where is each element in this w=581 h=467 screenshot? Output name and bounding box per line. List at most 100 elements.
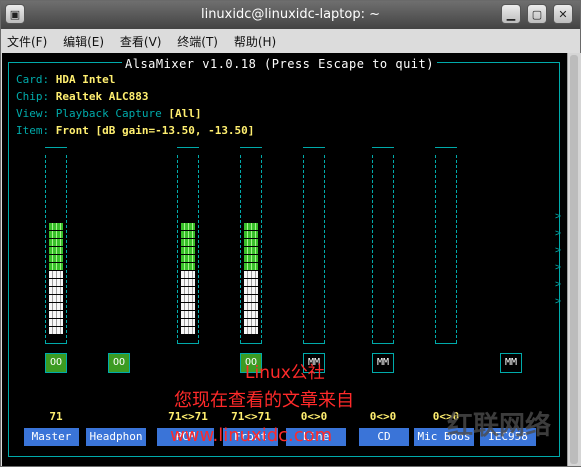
channel-label-headphon[interactable]: Headphon <box>86 428 146 446</box>
volume-bar-segment <box>49 271 63 278</box>
volume-bar-segment <box>181 231 195 238</box>
item-line: Item: Front [dB gain=-13.50, -13.50] <box>16 124 254 137</box>
volume-bar-segment <box>49 287 63 294</box>
scroll-right-icon: > <box>555 211 562 222</box>
volume-bar-segment <box>244 303 258 310</box>
volume-bar-segment <box>181 311 195 318</box>
card-line: Card: HDA Intel <box>16 73 115 86</box>
menu-help[interactable]: 帮助(H) <box>228 29 282 50</box>
view-capture[interactable]: Capture <box>115 107 161 120</box>
chip-value: Realtek ALC883 <box>55 90 149 103</box>
volume-bar-segment <box>244 223 258 230</box>
volume-bar-segment <box>181 263 195 270</box>
scroll-right-icon: > <box>555 279 562 290</box>
volume-value: 0<>0 <box>369 410 397 423</box>
window-title: linuxidc@linuxidc-laptop: ~ <box>200 7 381 22</box>
volume-value: 71 <box>49 410 63 423</box>
chip-line: Chip: Realtek ALC883 <box>16 90 148 103</box>
volume-bar-segment <box>181 247 195 254</box>
maximize-button[interactable]: ▢ <box>527 4 547 24</box>
card-label: Card: <box>16 73 50 86</box>
minimize-button[interactable]: ▁ <box>501 4 521 24</box>
menu-edit[interactable]: 编辑(E) <box>57 29 110 50</box>
volume-bar-segment <box>49 231 63 238</box>
volume-bar-segment <box>244 279 258 286</box>
watermark-line3: www.linuxidc.com <box>170 425 333 446</box>
channel-label-cd[interactable]: CD <box>359 428 409 446</box>
volume-bar-segment <box>244 239 258 246</box>
volume-bar-segment <box>244 311 258 318</box>
channel-top-cap <box>303 147 325 155</box>
chip-label: Chip: <box>16 90 50 103</box>
mixer-header: AlsaMixer v1.0.18 (Press Escape to quit) <box>122 57 437 71</box>
volume-slider[interactable] <box>435 155 457 343</box>
volume-bar-segment <box>244 255 258 262</box>
volume-bar-segment <box>244 263 258 270</box>
scrollbar-thumb[interactable] <box>570 55 578 464</box>
menu-bar: 文件(F) 编辑(E) 查看(V) 终端(T) 帮助(H) <box>1 29 580 53</box>
volume-bar-segment <box>49 263 63 270</box>
menu-file[interactable]: 文件(F) <box>1 29 53 50</box>
channel-bottom-cap <box>435 343 457 351</box>
volume-bar-segment <box>49 319 63 326</box>
channel-top-cap <box>240 147 262 155</box>
volume-bar-segment <box>49 303 63 310</box>
mute-toggle[interactable]: MM <box>372 353 394 373</box>
watermark-line2: 您现在查看的文章来自 <box>174 390 354 411</box>
volume-bar-segment <box>181 319 195 326</box>
view-label: View: <box>16 107 50 120</box>
item-value: Front [dB gain=-13.50, -13.50] <box>55 124 255 137</box>
channel-bottom-cap <box>177 343 199 351</box>
mute-toggle[interactable]: OO <box>108 353 130 373</box>
channel-top-cap <box>435 147 457 155</box>
volume-bar-segment <box>244 271 258 278</box>
channel-bottom-cap <box>372 343 394 351</box>
volume-bar-segment <box>49 327 63 334</box>
volume-bar-segment <box>181 255 195 262</box>
card-value: HDA Intel <box>55 73 116 86</box>
volume-bar-segment <box>49 239 63 246</box>
vertical-scrollbar[interactable] <box>567 53 581 466</box>
channel-label-master[interactable]: Master <box>24 428 79 446</box>
close-button[interactable]: ✕ <box>553 4 573 24</box>
menu-terminal[interactable]: 终端(T) <box>171 29 224 50</box>
volume-bar-segment <box>49 279 63 286</box>
watermark-logo: 红联网络 <box>447 411 552 441</box>
volume-bar-segment <box>181 327 195 334</box>
view-all[interactable]: [All] <box>168 107 201 120</box>
volume-bar-segment <box>49 247 63 254</box>
channel-bottom-cap <box>240 343 262 351</box>
view-playback[interactable]: Playback <box>56 107 109 120</box>
scroll-right-icon: > <box>555 262 562 273</box>
channel-bottom-cap <box>303 343 325 351</box>
mute-toggle[interactable]: OO <box>45 353 67 373</box>
channel-bottom-cap <box>45 343 67 351</box>
title-bar[interactable]: ▣ linuxidc@linuxidc-laptop: ~ ▁ ▢ ✕ <box>1 1 580 29</box>
scroll-right-icon: > <box>555 228 562 239</box>
volume-slider[interactable] <box>372 155 394 343</box>
volume-bar-segment <box>181 271 195 278</box>
volume-bar-segment <box>244 231 258 238</box>
volume-bar-segment <box>244 247 258 254</box>
volume-bar-segment <box>181 287 195 294</box>
volume-bar-segment <box>244 287 258 294</box>
volume-bar-segment <box>49 311 63 318</box>
view-line: View: Playback Capture [All] <box>16 107 201 120</box>
volume-bar-segment <box>181 223 195 230</box>
item-label: Item: <box>16 124 50 137</box>
volume-bar-segment <box>244 319 258 326</box>
menu-view[interactable]: 查看(V) <box>114 29 168 50</box>
scroll-right-icon: > <box>555 245 562 256</box>
volume-bar-segment <box>181 295 195 302</box>
terminal-window: ▣ linuxidc@linuxidc-laptop: ~ ▁ ▢ ✕ 文件(F… <box>0 0 581 467</box>
volume-bar-segment <box>49 295 63 302</box>
channel-top-cap <box>177 147 199 155</box>
volume-bar-segment <box>244 295 258 302</box>
terminal-area[interactable]: AlsaMixer v1.0.18 (Press Escape to quit)… <box>2 53 567 466</box>
watermark-line1: Linux公社 <box>245 363 325 383</box>
mute-toggle[interactable]: MM <box>500 353 522 373</box>
volume-slider[interactable] <box>303 155 325 343</box>
volume-bar-segment <box>244 327 258 334</box>
volume-bar-segment <box>49 223 63 230</box>
volume-bar-segment <box>181 303 195 310</box>
